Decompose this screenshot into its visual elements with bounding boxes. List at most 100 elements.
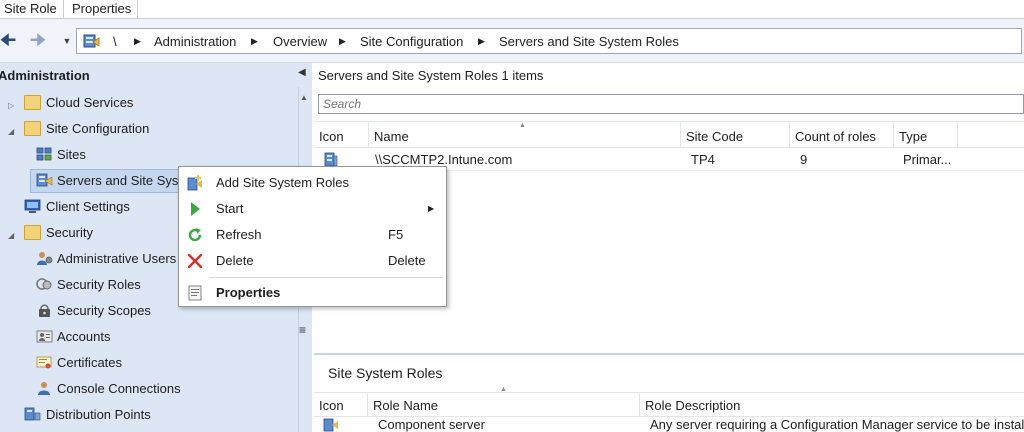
nav-item-label: Distribution Points [46, 407, 151, 422]
nav-item-sites[interactable]: Sites [0, 144, 290, 166]
nav-item-certificates[interactable]: Certificates [0, 352, 290, 374]
forward-arrow-icon[interactable]: 🠊 [28, 31, 48, 51]
collapse-icon[interactable]: ◢ [8, 225, 14, 247]
breadcrumb-servers-roles[interactable]: Servers and Site System Roles [499, 34, 679, 49]
menu-item-refresh[interactable]: Refresh F5 [181, 222, 444, 248]
breadcrumb-site-configuration[interactable]: Site Configuration [360, 34, 463, 49]
chevron-right-icon[interactable]: ▶ [251, 36, 258, 47]
details-title: Site System Roles [328, 365, 443, 381]
search-box[interactable] [318, 94, 1024, 114]
security-scopes-icon [39, 304, 50, 317]
server-roles-icon [323, 418, 338, 432]
menu-item-shortcut: Delete [388, 253, 426, 268]
ribbon-tab-bar: Site Role Properties [0, 0, 1024, 19]
menu-item-label: Refresh [216, 227, 262, 242]
results-title: Servers and Site System Roles 1 items [318, 68, 543, 83]
folder-icon [24, 225, 41, 240]
nav-item-console-connections[interactable]: Console Connections [0, 378, 290, 400]
nav-item-cloud-services[interactable]: ▷ Cloud Services [0, 92, 290, 114]
details-pane: Site System Roles ▲ Icon Role Name Role … [314, 355, 1024, 432]
tab-site-role[interactable]: Site Role [0, 0, 64, 19]
nav-header: Administration ◀ [0, 63, 312, 87]
menu-item-delete[interactable]: Delete Delete [181, 248, 444, 274]
server-roles-icon [36, 173, 53, 187]
nav-item-label: Administrative Users [57, 251, 177, 266]
tab-properties[interactable]: Properties [66, 0, 139, 19]
accounts-icon [36, 330, 53, 343]
history-dropdown-icon[interactable]: ▼ [57, 32, 77, 52]
server-roles-icon [83, 34, 100, 48]
nav-item-label: Client Settings [46, 199, 130, 214]
cell-role-description: Any server requiring a Configuration Man… [650, 417, 1024, 432]
menu-item-label: Delete [216, 253, 254, 268]
play-icon [191, 202, 200, 216]
column-header-type[interactable]: Type [894, 122, 958, 148]
nav-item-label: Security Roles [57, 277, 141, 292]
breadcrumb-administration[interactable]: Administration [154, 34, 236, 49]
menu-item-add-site-system-roles[interactable]: Add Site System Roles [181, 170, 444, 196]
back-arrow-icon[interactable]: 🠈 [0, 31, 18, 51]
column-header-icon[interactable]: Icon [314, 393, 368, 417]
menu-item-label: Properties [216, 285, 281, 300]
search-input[interactable] [319, 95, 1023, 113]
breadcrumb-overview[interactable]: Overview [273, 34, 327, 49]
folder-icon [24, 95, 41, 110]
nav-item-label: Servers and Site Syste [57, 173, 182, 188]
expand-icon[interactable]: ▷ [8, 95, 14, 117]
sort-ascending-icon: ▲ [519, 122, 526, 129]
menu-item-properties[interactable]: Properties [181, 280, 444, 306]
menu-separator [209, 277, 443, 278]
collapse-pane-icon[interactable]: ◀ [298, 67, 306, 78]
cell-role-name: Component server [378, 417, 485, 432]
navigation-bar: 🠈 🠊 ▼ \ ▶ Administration ▶ Overview ▶ Si… [0, 19, 1024, 63]
console-connections-icon [38, 382, 50, 395]
security-roles-icon [36, 278, 52, 290]
cell-count-of-roles: 9 [800, 152, 808, 167]
results-header: Servers and Site System Roles 1 items [312, 63, 1024, 89]
nav-item-label: Sites [57, 147, 86, 162]
folder-icon [24, 121, 41, 136]
chevron-right-icon[interactable]: ▶ [478, 36, 485, 47]
sites-icon [36, 147, 52, 161]
nav-item-distribution-points[interactable]: Distribution Points [0, 404, 290, 426]
nav-item-accounts[interactable]: Accounts [0, 326, 290, 348]
column-header-count-of-roles[interactable]: Count of roles [790, 122, 894, 148]
nav-title: Administration [0, 68, 90, 83]
nav-item-label: Site Configuration [46, 121, 150, 136]
breadcrumb[interactable]: \ ▶ Administration ▶ Overview ▶ Site Con… [76, 28, 1022, 54]
splitter-grip-icon[interactable]: ≡ [299, 323, 306, 337]
chevron-right-icon[interactable]: ▶ [339, 36, 346, 47]
menu-item-label: Add Site System Roles [216, 175, 349, 190]
nav-item-label: Console Connections [57, 381, 181, 396]
distribution-points-icon [24, 407, 41, 421]
cell-site-code: TP4 [691, 152, 715, 167]
column-header-site-code[interactable]: Site Code [681, 122, 790, 148]
nav-item-label: Security Scopes [57, 303, 151, 318]
delete-x-icon [187, 253, 203, 269]
add-roles-icon [187, 175, 202, 191]
admin-users-icon [37, 252, 53, 265]
breadcrumb-root[interactable]: \ [113, 34, 117, 49]
context-menu: Add Site System Roles Start ▶ Refresh F5… [178, 166, 447, 307]
menu-item-label: Start [216, 201, 244, 216]
nav-item-label: Security [46, 225, 93, 240]
results-count: 1 items [501, 68, 544, 83]
column-header-icon[interactable]: Icon [314, 122, 369, 148]
nav-item-label: Accounts [57, 329, 111, 344]
menu-item-shortcut: F5 [388, 227, 404, 242]
nav-item-label: Certificates [57, 355, 123, 370]
properties-icon [188, 285, 202, 301]
nav-item-servers-site-system-roles[interactable]: Servers and Site Syste [0, 170, 182, 192]
collapse-icon[interactable]: ◢ [8, 121, 14, 143]
submenu-arrow-icon: ▶ [428, 204, 435, 213]
refresh-icon [188, 228, 202, 242]
nav-item-site-configuration[interactable]: ◢ Site Configuration [0, 118, 290, 140]
client-settings-icon [24, 199, 41, 213]
menu-item-start[interactable]: Start ▶ [181, 196, 444, 222]
nav-item-label: Cloud Services [46, 95, 134, 110]
table-row[interactable]: Component server Any server requiring a … [314, 417, 1024, 432]
results-title-text: Servers and Site System Roles [318, 68, 498, 83]
cell-type: Primar... [903, 152, 952, 167]
chevron-right-icon[interactable]: ▶ [134, 36, 141, 47]
scroll-up-icon[interactable]: ▲ [300, 93, 308, 102]
